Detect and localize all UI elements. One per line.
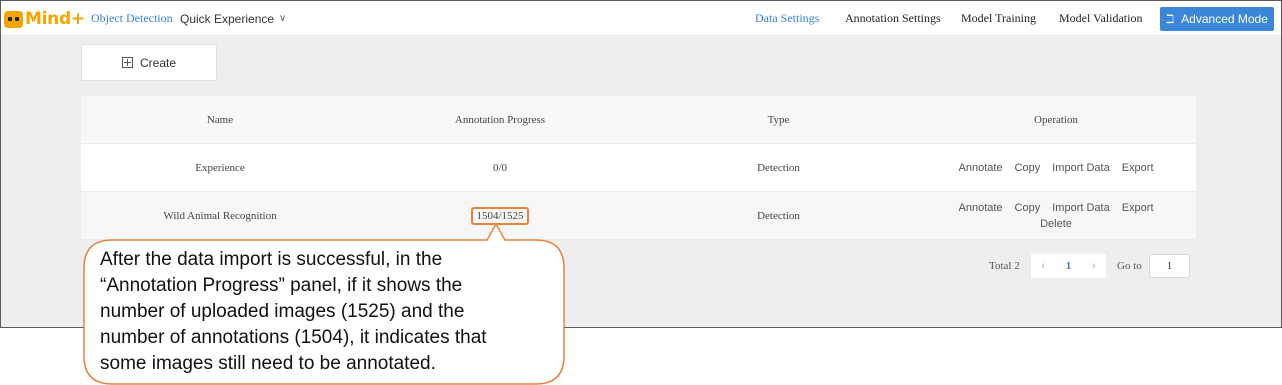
import-data-link[interactable]: Import Data: [1052, 202, 1109, 214]
create-button-label: Create: [139, 55, 177, 70]
export-link[interactable]: Export: [1122, 162, 1154, 174]
table-header-row: Name Annotation Progress Type Operation: [81, 96, 1196, 144]
header-annotation-progress: Annotation Progress: [454, 114, 546, 126]
current-page[interactable]: 1: [1066, 260, 1072, 272]
bulb-icon: ℶ: [1166, 12, 1175, 26]
operation-cell: Annotate Copy Import Data Export: [916, 144, 1196, 192]
table-row: Wild Animal Recognition 1504/1525 Detect…: [81, 192, 1196, 240]
header-name: Name: [206, 114, 234, 126]
logo[interactable]: Mind+: [4, 7, 85, 31]
mindplus-logo-icon: [4, 10, 23, 28]
dataset-type: Detection: [757, 210, 800, 222]
annotate-link[interactable]: Annotate: [959, 202, 1003, 214]
annotation-progress-highlight: 1504/1525: [471, 207, 529, 225]
tab-data-settings[interactable]: Data Settings: [755, 1, 819, 36]
operation-cell: Annotate Copy Import Data Export Delete: [916, 192, 1196, 240]
quick-experience-dropdown[interactable]: Quick Experience ∨: [180, 1, 286, 36]
dataset-name: Experience: [195, 162, 245, 174]
quick-experience-label: Quick Experience: [180, 11, 275, 26]
tab-annotation-settings[interactable]: Annotation Settings: [845, 1, 941, 36]
import-data-link[interactable]: Import Data: [1052, 162, 1109, 174]
chevron-down-icon: ∨: [279, 13, 287, 24]
header-operation: Operation: [1034, 114, 1078, 126]
annotation-progress: 0/0: [492, 162, 508, 174]
table-row: Experience 0/0 Detection Annotate Copy I…: [81, 144, 1196, 192]
header-type: Type: [767, 114, 790, 126]
dataset-table: Name Annotation Progress Type Operation …: [81, 96, 1196, 240]
copy-link[interactable]: Copy: [1015, 162, 1041, 174]
delete-link[interactable]: Delete: [1040, 218, 1072, 230]
copy-link[interactable]: Copy: [1015, 202, 1041, 214]
nav-object-detection[interactable]: Object Detection: [91, 1, 173, 36]
prev-page-icon[interactable]: ‹: [1041, 260, 1045, 272]
advanced-mode-label: Advanced Mode: [1181, 12, 1268, 26]
advanced-mode-button[interactable]: ℶ Advanced Mode: [1160, 7, 1274, 31]
dataset-type: Detection: [757, 162, 800, 174]
annotation-progress: 1504/1525: [359, 192, 641, 240]
pagination-total: Total 2: [989, 260, 1020, 272]
tab-model-training[interactable]: Model Training: [961, 1, 1036, 36]
pagination-controls: ‹ 1 ›: [1031, 254, 1106, 278]
create-button[interactable]: Create: [81, 44, 217, 81]
goto-page-input[interactable]: 1: [1149, 254, 1190, 278]
tab-model-validation[interactable]: Model Validation: [1059, 1, 1142, 36]
callout-text: After the data import is successful, in …: [100, 249, 487, 374]
add-box-icon: [121, 57, 133, 68]
goto-label: Go to: [1117, 260, 1142, 272]
logo-text: Mind+: [25, 9, 85, 29]
top-navigation-bar: Mind+ Object Detection Quick Experience …: [1, 1, 1281, 36]
export-link[interactable]: Export: [1122, 202, 1154, 214]
dataset-name: Wild Animal Recognition: [163, 210, 277, 222]
annotate-link[interactable]: Annotate: [959, 162, 1003, 174]
next-page-icon[interactable]: ›: [1092, 260, 1096, 272]
